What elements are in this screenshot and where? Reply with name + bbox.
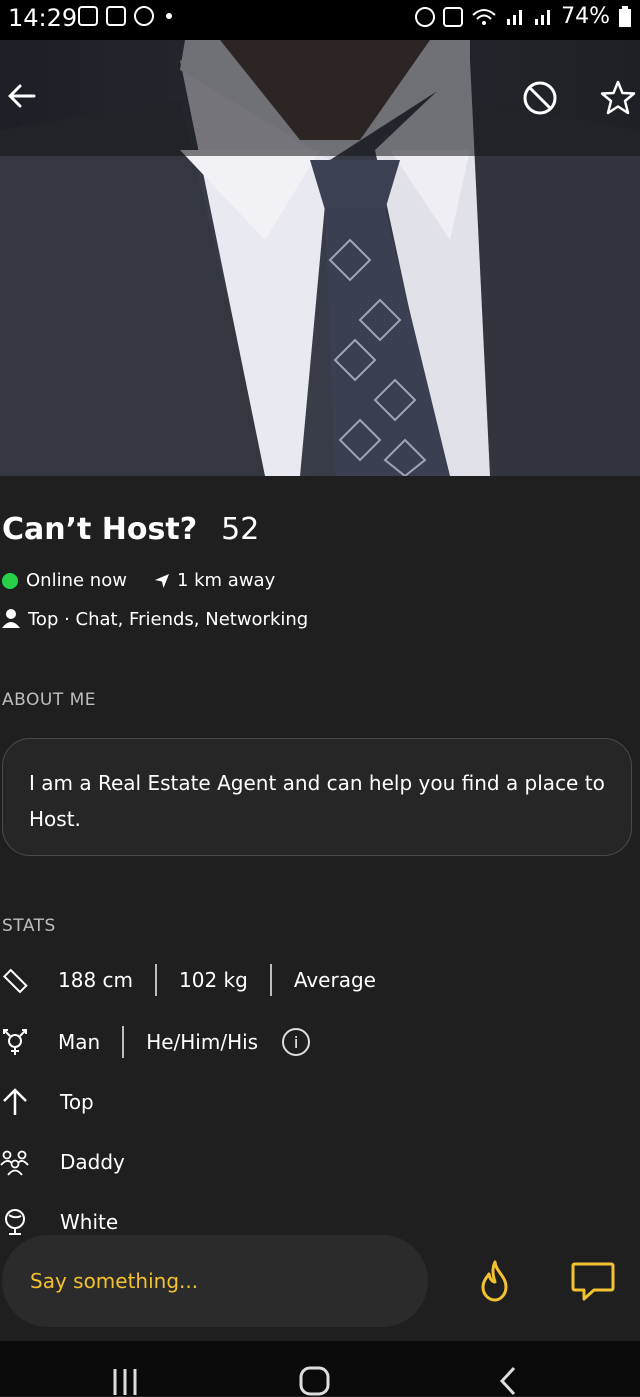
stat-row-gender: Man He/Him/His i <box>0 1022 311 1062</box>
divider <box>122 1026 125 1058</box>
gender-icon <box>0 1027 30 1057</box>
group-icon <box>0 1147 30 1177</box>
system-nav-bar <box>0 1341 640 1396</box>
status-time: 14:29 <box>8 4 78 32</box>
block-icon[interactable] <box>520 78 560 118</box>
online-status-icon <box>2 572 18 589</box>
stat-row-tribe: Daddy <box>0 1142 125 1182</box>
online-status: Online now <box>26 570 127 591</box>
weight-value: 102 kg <box>179 968 248 992</box>
ethnicity-value: White <box>60 1210 119 1234</box>
back-arrow-icon[interactable] <box>4 78 40 114</box>
gender-value: Man <box>58 1030 101 1054</box>
mail-icon <box>106 6 126 26</box>
flame-icon[interactable] <box>472 1258 518 1304</box>
display-name: Can’t Host? <box>2 512 198 547</box>
location-arrow-icon <box>154 573 169 588</box>
looking-for-row: Top · Chat, Friends, Networking <box>2 608 308 630</box>
chat-bubble-icon[interactable] <box>570 1258 616 1304</box>
height-value: 188 cm <box>58 968 134 992</box>
about-text-box: I am a Real Estate Agent and can help yo… <box>2 738 632 856</box>
star-icon[interactable] <box>598 78 638 118</box>
divider <box>269 964 272 996</box>
message-compose[interactable] <box>2 1235 428 1327</box>
ruler-icon <box>0 965 30 995</box>
notification-dot <box>166 13 172 19</box>
divider <box>155 964 158 996</box>
mute-icon <box>443 6 464 27</box>
status-bar: 14:29 74% <box>0 0 640 40</box>
position-value: Top <box>60 1090 94 1114</box>
distance: 1 km away <box>176 570 276 591</box>
home-icon[interactable] <box>298 1365 332 1397</box>
battery-percent: 74% <box>561 4 610 29</box>
battery-icon <box>619 5 631 27</box>
teams-icon <box>78 6 98 26</box>
about-label: ABOUT ME <box>2 690 97 710</box>
age: 52 <box>221 512 260 547</box>
tribe-value: Daddy <box>60 1150 125 1174</box>
wifi-icon <box>472 8 496 25</box>
presence-row: Online now 1 km away <box>2 570 275 591</box>
role-and-interests: Top · Chat, Friends, Networking <box>28 608 309 630</box>
pronouns-value: He/Him/His <box>146 1030 259 1054</box>
message-input[interactable] <box>28 1268 412 1294</box>
alarm-icon <box>415 6 436 27</box>
signal-icon <box>535 9 551 25</box>
stat-row-position: Top <box>0 1082 94 1122</box>
person-icon <box>2 609 20 628</box>
recents-icon[interactable] <box>110 1367 140 1397</box>
viber-icon <box>134 6 154 26</box>
status-left-icons <box>78 6 172 26</box>
profile-header: Can’t Host? 52 <box>2 512 259 547</box>
about-text: I am a Real Estate Agent and can help yo… <box>29 771 605 831</box>
signal-icon <box>507 9 523 25</box>
stat-row-body: 188 cm 102 kg Average <box>0 960 376 1000</box>
back-nav-icon[interactable] <box>496 1365 520 1397</box>
info-icon[interactable]: i <box>282 1028 311 1056</box>
up-arrow-icon <box>0 1087 30 1117</box>
status-right: 74% <box>415 4 632 29</box>
body-type-value: Average <box>293 968 376 992</box>
globe-icon <box>0 1207 30 1237</box>
stats-label: STATS <box>2 916 56 936</box>
